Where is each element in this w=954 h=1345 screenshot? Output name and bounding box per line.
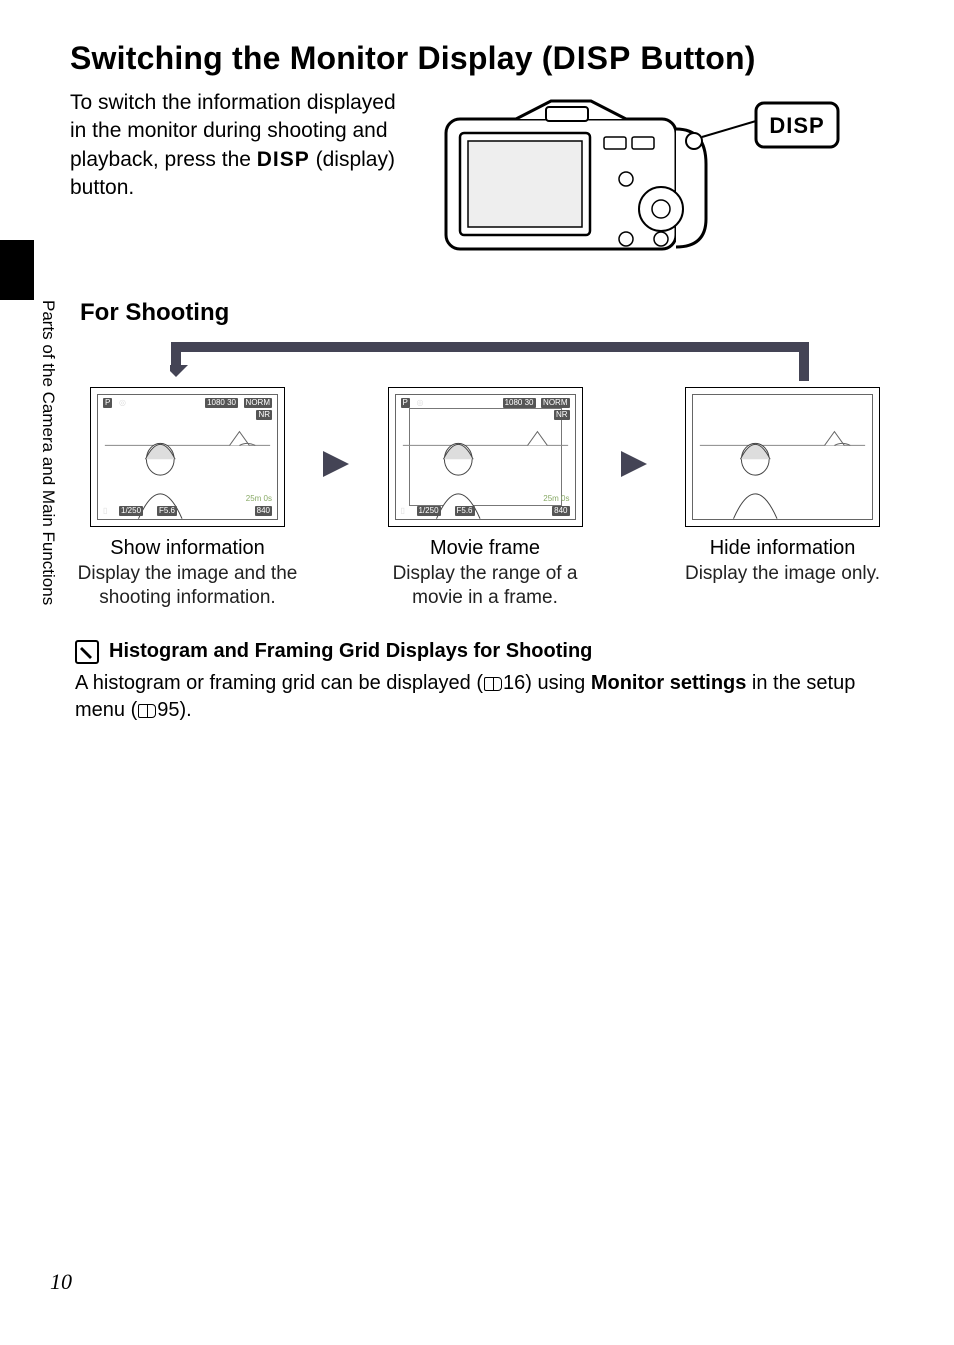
monitor-settings-label: Monitor settings <box>591 672 747 694</box>
section-heading: For Shooting <box>80 299 894 327</box>
caption-desc: Display the image and the shooting infor… <box>75 562 300 610</box>
page-ref: 16 <box>503 672 525 694</box>
osd-mode: P <box>103 398 112 408</box>
screen-hide-info <box>685 387 880 527</box>
intro-line: in the monitor during shooting and <box>70 119 388 142</box>
disp-strong: DISP <box>257 148 310 171</box>
title-text-post: Button) <box>631 40 755 76</box>
page-ref: 95 <box>157 699 179 721</box>
thumbnail-row: P ◎ NORM NR 1080 30 1/250 F5.6 25m 0s 84… <box>75 341 895 610</box>
intro-line: playback, press the <box>70 148 257 171</box>
osd-aperture: F5.6 <box>455 506 475 516</box>
caption-desc: Display the range of a movie in a frame. <box>373 562 598 610</box>
book-icon <box>138 704 156 718</box>
section-tab <box>0 240 34 300</box>
section-side-label: Parts of the Camera and Main Functions <box>34 300 62 720</box>
scene-drawing <box>686 388 879 527</box>
osd-count: 840 <box>255 506 272 516</box>
caption-title: Movie frame <box>430 537 540 560</box>
note-text: ) using <box>525 672 591 694</box>
osd-time: 25m 0s <box>246 494 272 504</box>
pencil-icon <box>75 640 99 664</box>
osd-mode: P <box>401 398 410 408</box>
note-text: A histogram or framing grid can be displ… <box>75 672 483 694</box>
osd-nr: NR <box>256 410 272 420</box>
arrow-icon <box>314 387 358 481</box>
page-number: 10 <box>50 1269 72 1295</box>
note-text: ). <box>180 699 192 721</box>
osd-video: 1080 30 <box>503 398 536 408</box>
intro-line: button. <box>70 176 134 199</box>
callout-label: DISP <box>769 113 824 138</box>
osd-quality: NORM <box>541 398 569 408</box>
thumb-hide-info: Hide information Display the image only. <box>670 387 895 586</box>
screen-show-info: P ◎ NORM NR 1080 30 1/250 F5.6 25m 0s 84… <box>90 387 285 527</box>
note-title: Histogram and Framing Grid Displays for … <box>109 640 592 663</box>
intro-line: To switch the information displayed <box>70 91 396 114</box>
osd-quality: NORM <box>244 398 272 408</box>
intro-line: (display) <box>310 148 395 171</box>
title-text-pre: Switching the Monitor Display ( <box>70 40 553 76</box>
camera-svg: DISP <box>426 89 846 269</box>
osd-count: 840 <box>552 506 569 516</box>
osd-gps-icon: ◎ <box>417 398 424 408</box>
caption-desc: Display the image only. <box>685 562 880 586</box>
osd-gps-icon: ◎ <box>119 398 126 408</box>
disp-glyph: DISP <box>553 40 632 76</box>
note-heading: Histogram and Framing Grid Displays for … <box>75 640 894 664</box>
battery-icon: ▯ <box>103 506 107 516</box>
camera-illustration: DISP <box>426 89 846 269</box>
osd-aperture: F5.6 <box>157 506 177 516</box>
osd-video: 1080 30 <box>205 398 238 408</box>
battery-icon: ▯ <box>401 506 405 516</box>
osd-time: 25m 0s <box>543 494 569 504</box>
osd-nr: NR <box>554 410 570 420</box>
osd-shutter: 1/250 <box>417 506 441 516</box>
note-body: A histogram or framing grid can be displ… <box>75 670 894 724</box>
caption-title: Hide information <box>710 537 856 560</box>
arrow-icon <box>612 387 656 481</box>
intro-text: To switch the information displayed in t… <box>70 89 396 202</box>
flow-return-line <box>170 341 810 381</box>
note-block: Histogram and Framing Grid Displays for … <box>75 640 894 724</box>
thumb-movie-frame: P ◎ NORM NR 1080 30 1/250 F5.6 25m 0s 84… <box>373 387 598 610</box>
osd-shutter: 1/250 <box>119 506 143 516</box>
manual-page: Parts of the Camera and Main Functions S… <box>0 0 954 1345</box>
screen-movie-frame: P ◎ NORM NR 1080 30 1/250 F5.6 25m 0s 84… <box>388 387 583 527</box>
intro-row: To switch the information displayed in t… <box>70 89 894 269</box>
display-cycle-flow: P ◎ NORM NR 1080 30 1/250 F5.6 25m 0s 84… <box>75 341 895 610</box>
book-icon <box>484 677 502 691</box>
caption-title: Show information <box>110 537 265 560</box>
page-title: Switching the Monitor Display (DISP Butt… <box>70 40 894 77</box>
thumb-show-info: P ◎ NORM NR 1080 30 1/250 F5.6 25m 0s 84… <box>75 387 300 610</box>
